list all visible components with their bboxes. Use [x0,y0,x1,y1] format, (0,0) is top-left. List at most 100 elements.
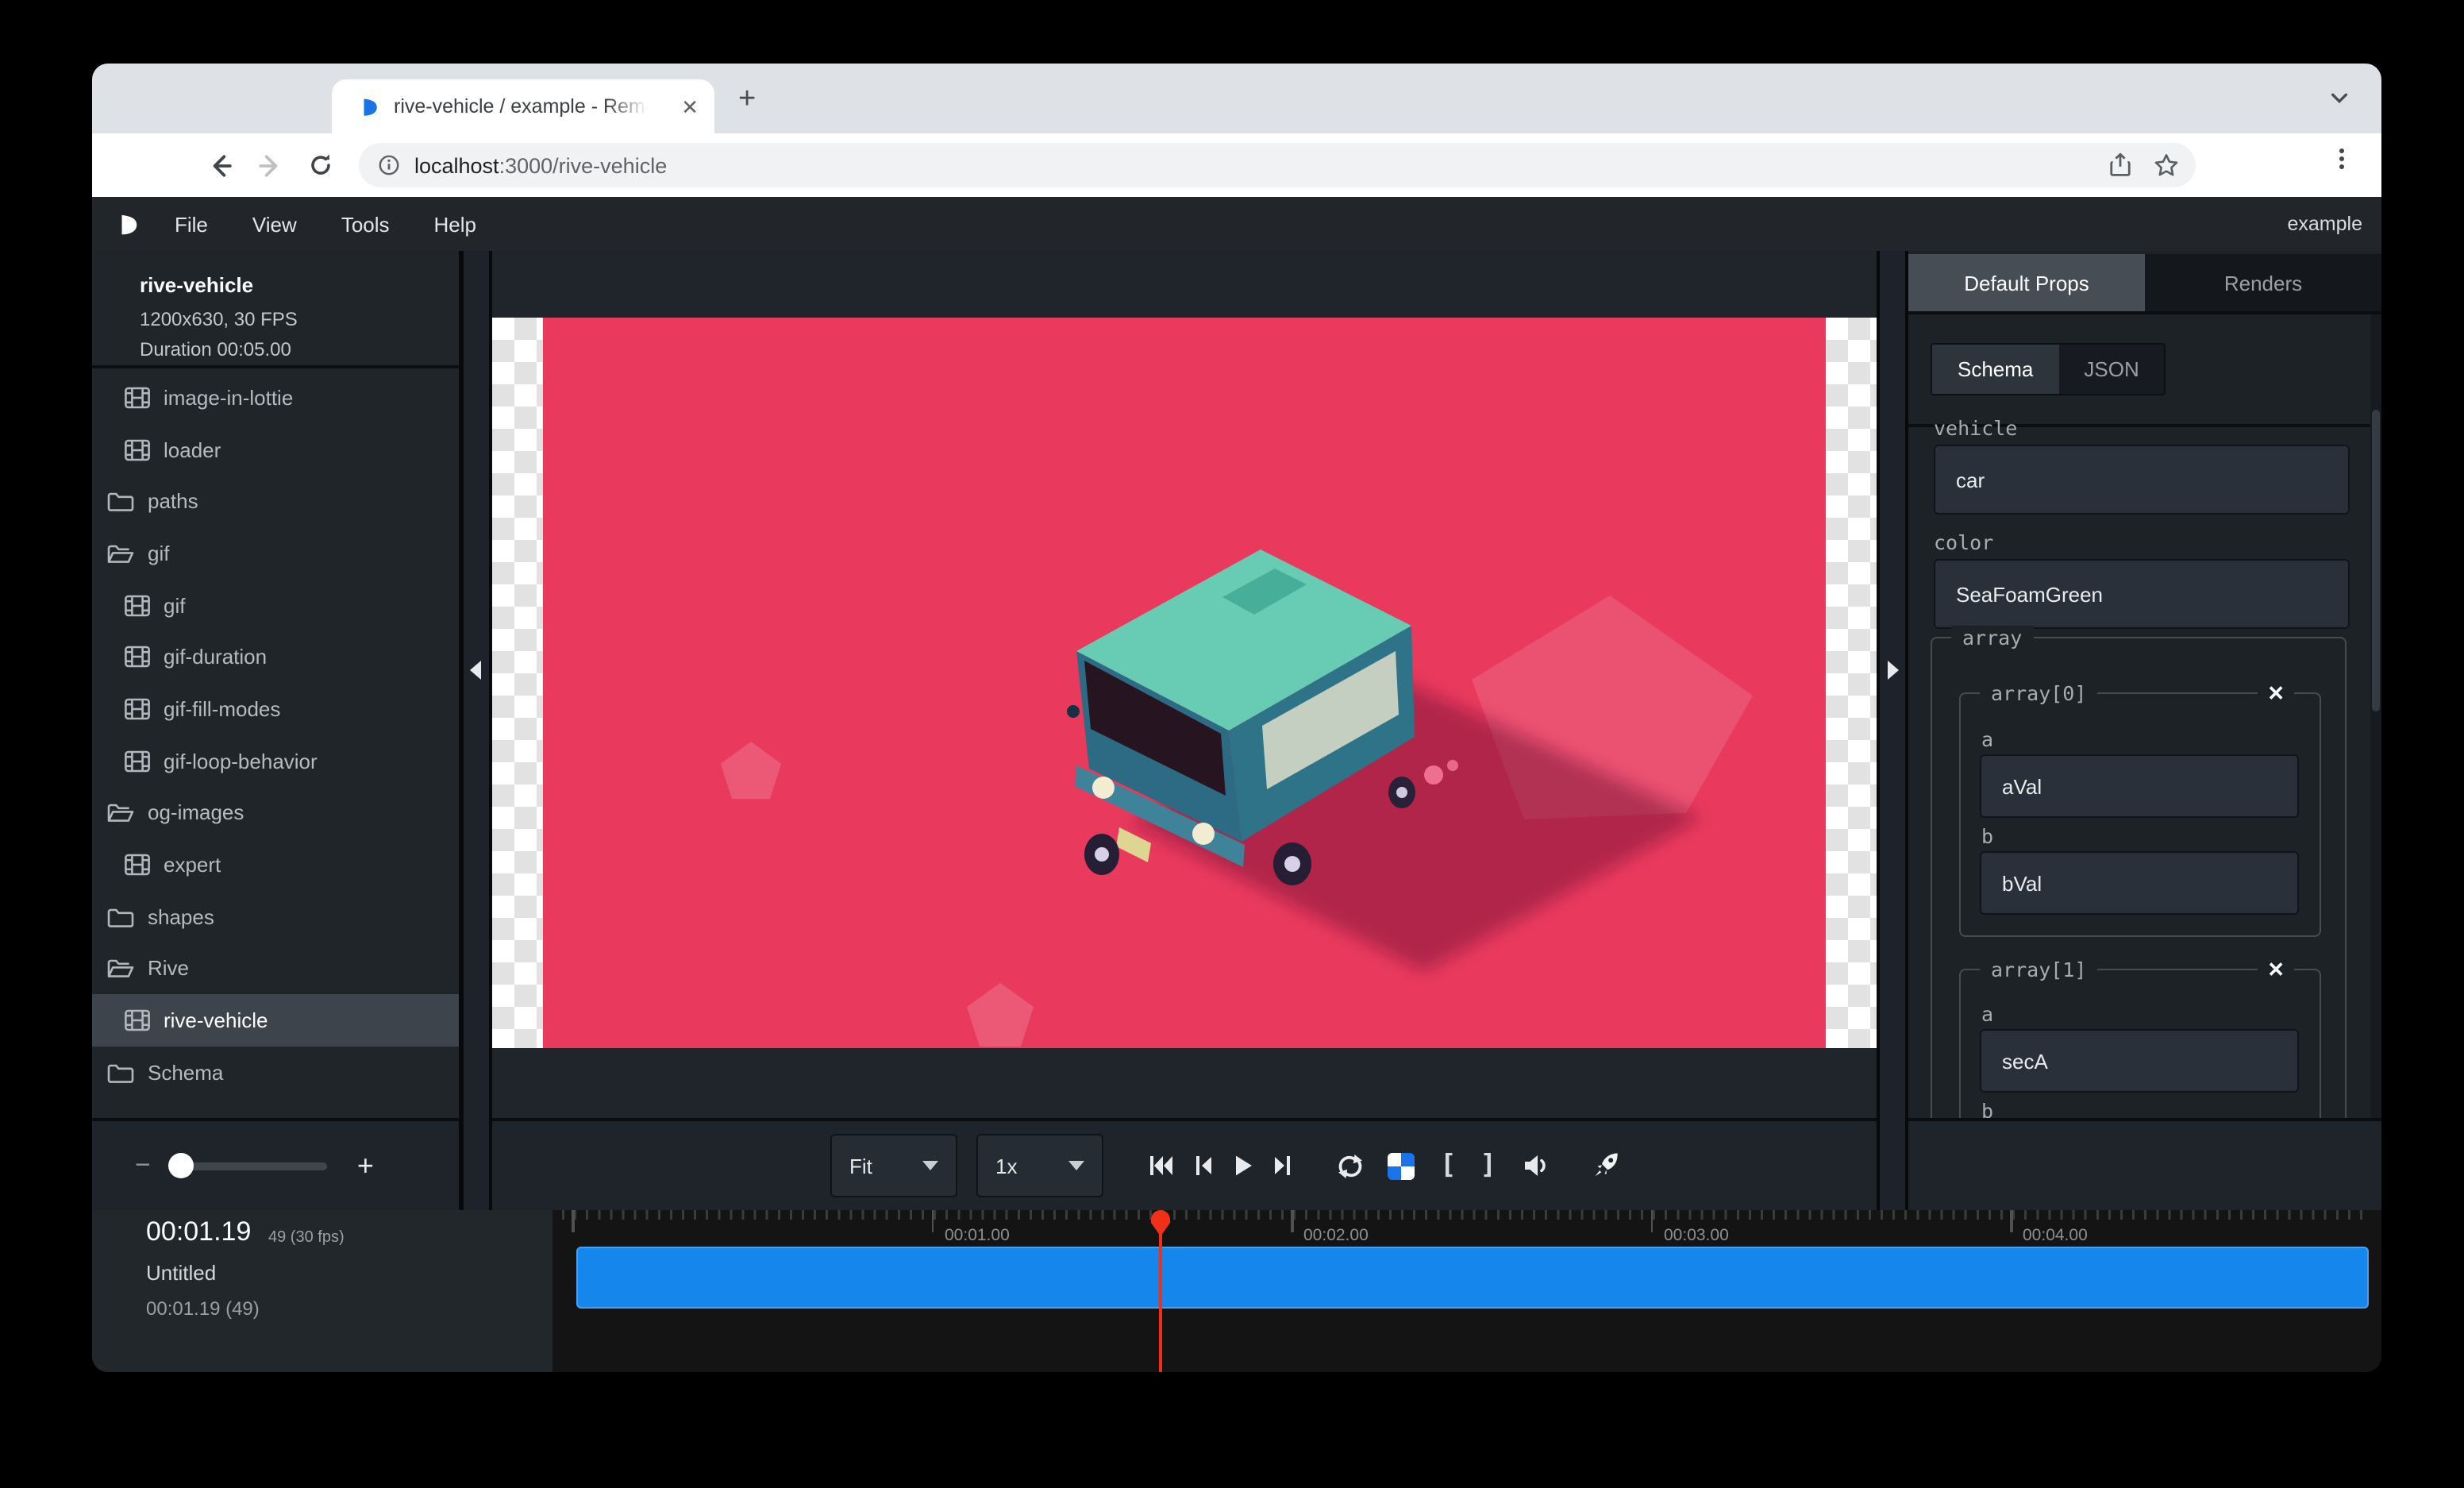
workspace-label: example [2288,213,2363,235]
fit-dropdown[interactable]: Fit [830,1134,957,1197]
properties-panel: Default Props Renders Schema JSON vehicl… [1908,251,2381,1210]
project-meta: 1200x630, 30 FPS [140,308,459,330]
sidebar-item-gif[interactable]: gif [92,580,459,631]
sidebar-item-rive-vehicle[interactable]: rive-vehicle [92,995,459,1047]
color-input[interactable]: SeaFoamGreen [1934,559,2350,629]
chevron-down-icon[interactable] [2329,87,2350,108]
sidebar: rive-vehicle 1200x630, 30 FPS Duration 0… [92,251,459,1210]
panel-scrollbar-thumb[interactable] [2372,410,2380,711]
array1-a-input[interactable]: secA [1980,1029,2299,1093]
track-time: 00:01.19 (49) [146,1297,260,1320]
transparency-toggle[interactable] [1388,1152,1415,1179]
array0-b-input[interactable]: bVal [1980,851,2299,915]
array1-legend: array[1] [1980,958,2097,981]
project-name: rive-vehicle [140,273,459,297]
film-icon [124,646,151,669]
set-out-point-button[interactable]: ] [1480,1150,1497,1182]
sidebar-item-gif-loop-behavior[interactable]: gif-loop-behavior [92,735,459,787]
zoom-slider-thumb[interactable] [168,1153,194,1178]
sidebar-item-loader[interactable]: loader [92,423,459,475]
sidebar-item-image-in-lottie[interactable]: image-in-lottie [92,372,459,423]
menu-file[interactable]: File [175,212,208,236]
zoom-out-button[interactable]: − [135,1150,151,1182]
timeline-track-bar[interactable] [576,1247,2369,1309]
film-icon [124,1008,151,1032]
menu-view[interactable]: View [252,212,297,236]
playback-toolbar: Fit 1x [492,1118,1877,1210]
collapse-left-icon[interactable] [470,661,481,680]
share-icon[interactable] [2108,152,2132,178]
next-frame-button[interactable] [1273,1155,1292,1177]
ruler-label: 00:01.00 [945,1226,1010,1245]
array0-legend: array[0] [1980,681,2097,705]
animation-stage[interactable] [543,318,1826,1048]
remove-array1-icon[interactable]: ✕ [2258,958,2294,983]
preview-canvas: Fit 1x [492,251,1877,1210]
chevron-down-icon [1068,1161,1084,1170]
field-label-a: a [1981,727,1993,751]
rive-logo [116,212,140,236]
panel-scrollbar[interactable] [2370,314,2381,1210]
folder-open-icon [106,542,135,565]
forward-icon[interactable] [251,146,289,184]
set-in-point-button[interactable]: [ [1440,1150,1457,1182]
toggle-schema[interactable]: Schema [1932,345,2058,394]
folder-icon [106,904,135,928]
browser-tab[interactable]: rive-vehicle / example - Remot ✕ [332,79,714,133]
track-name: Untitled [146,1261,216,1285]
folder-icon [106,489,135,513]
new-tab-button[interactable]: + [738,83,756,118]
zoom-slider[interactable] [168,1162,327,1170]
file-tree: image-in-lottie loader paths gif gif gif… [92,372,459,1098]
sidebar-item-gif-duration[interactable]: gif-duration [92,631,459,683]
playhead-handle[interactable] [1149,1210,1172,1237]
bookmark-star-icon[interactable] [2153,152,2180,179]
skip-to-start-button[interactable] [1148,1155,1173,1177]
remove-array0-icon[interactable]: ✕ [2258,681,2294,707]
speed-dropdown[interactable]: 1x [976,1134,1103,1197]
volume-button[interactable] [1522,1153,1550,1178]
sidebar-item-shapes[interactable]: shapes [92,891,459,943]
rocket-button[interactable] [1592,1151,1620,1180]
play-button[interactable] [1234,1155,1253,1177]
panel-collapse-handle[interactable] [1880,251,1905,1210]
timeline-ruler[interactable] [562,1210,2372,1220]
reload-icon[interactable] [302,146,340,184]
browser-window: rive-vehicle / example - Remot ✕ + local… [92,64,2381,1372]
current-frame: 49 (30 fps) [268,1229,345,1247]
browser-menu-icon[interactable] [2331,146,2353,172]
ruler-tick [572,1210,574,1232]
divider [1908,311,2381,314]
sidebar-item-og-images[interactable]: og-images [92,787,459,838]
menu-help[interactable]: Help [434,212,477,236]
loop-toggle[interactable] [1335,1152,1365,1179]
sidebar-item-gif-folder[interactable]: gif [92,527,459,579]
url-input[interactable]: localhost:3000/rive-vehicle [359,143,2196,187]
sidebar-item-rive-folder[interactable]: Rive [92,943,459,994]
zoom-controls: − + [92,1118,459,1210]
array0-a-input[interactable]: aVal [1980,754,2299,818]
sidebar-collapse-handle[interactable] [464,251,489,1210]
ruler-label: 00:02.00 [1303,1226,1369,1245]
tab-close-icon[interactable]: ✕ [681,96,699,117]
sidebar-item-paths[interactable]: paths [92,476,459,527]
vehicle-input[interactable]: car [1934,445,2350,515]
previous-frame-button[interactable] [1194,1155,1213,1177]
sidebar-item-expert[interactable]: expert [92,838,459,890]
film-icon [124,593,151,617]
folder-icon [106,1061,135,1085]
toggle-json[interactable]: JSON [2058,345,2164,394]
sidebar-item-gif-fill-modes[interactable]: gif-fill-modes [92,683,459,734]
zoom-in-button[interactable]: + [357,1149,374,1182]
field-label-a: a [1981,1002,1993,1026]
back-icon[interactable] [200,146,238,184]
ruler-label: 00:04.00 [2023,1226,2088,1245]
site-info-icon[interactable] [378,154,400,176]
tab-renders[interactable]: Renders [2145,254,2381,311]
menu-tools[interactable]: Tools [341,212,390,236]
collapse-right-icon[interactable] [1888,661,1899,680]
tab-default-props[interactable]: Default Props [1908,254,2145,311]
pentagon-left [721,742,781,799]
ruler-tick [931,1210,934,1232]
sidebar-item-schema[interactable]: Schema [92,1047,459,1098]
